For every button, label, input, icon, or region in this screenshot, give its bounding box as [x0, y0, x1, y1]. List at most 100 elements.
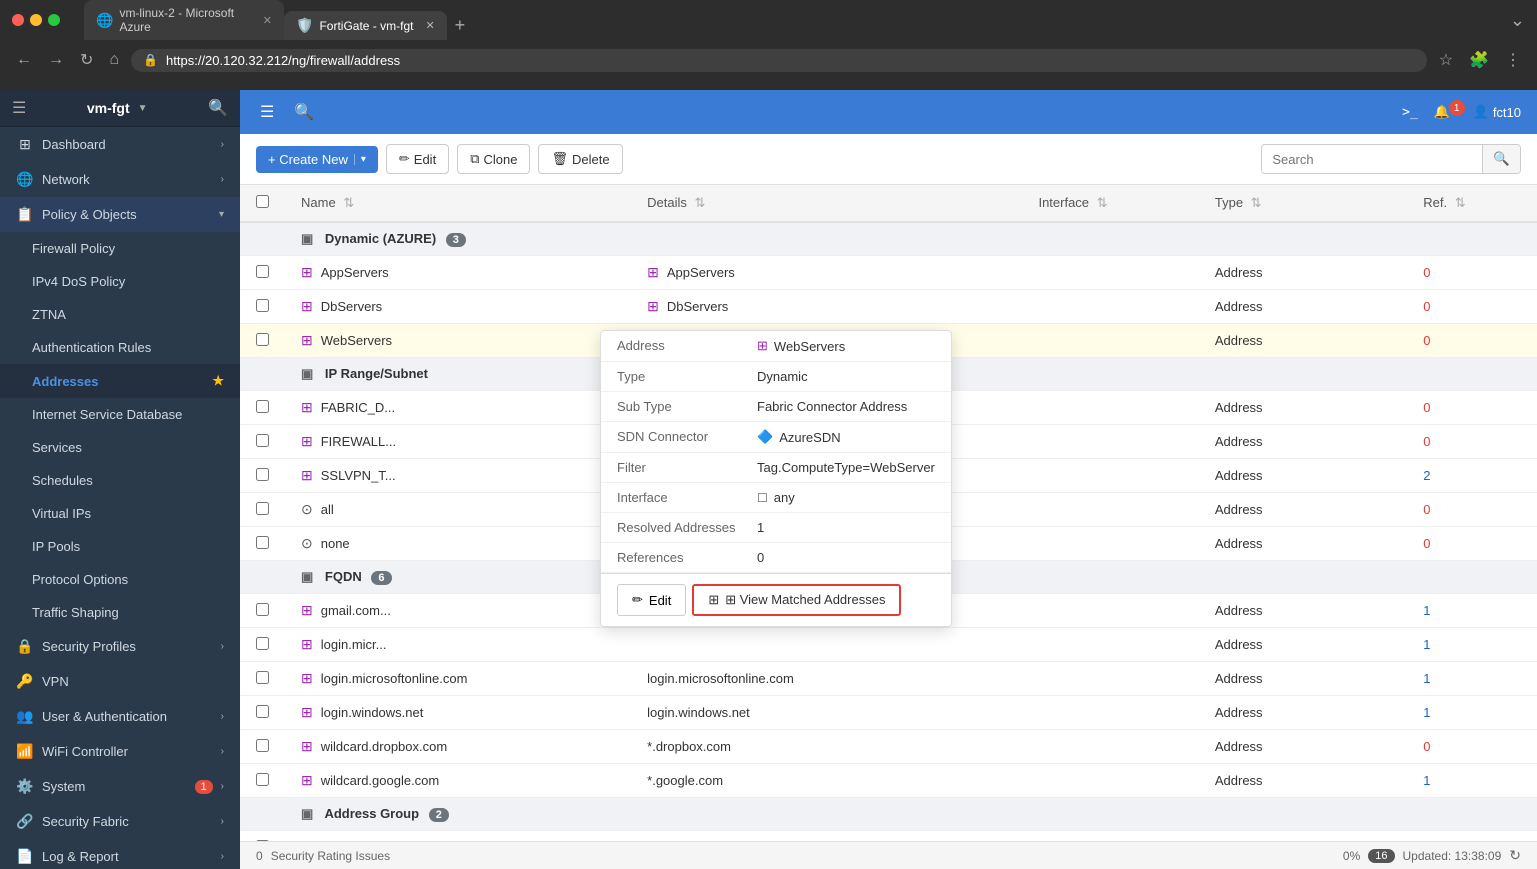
- th-interface[interactable]: Interface ⇅: [1022, 185, 1198, 222]
- group-expand-icon[interactable]: ▣: [301, 366, 313, 381]
- row-checkbox[interactable]: [256, 434, 269, 447]
- dropdown-arrow-icon[interactable]: ⌄: [1510, 10, 1525, 31]
- forward-button[interactable]: →: [44, 47, 68, 73]
- popup-view-matched-button[interactable]: ⊞ ⊞ View Matched Addresses: [692, 584, 901, 616]
- refresh-button[interactable]: ↻: [1509, 847, 1521, 864]
- row-ref-link[interactable]: 1: [1423, 637, 1430, 652]
- cli-button[interactable]: >_: [1398, 101, 1422, 124]
- table-row[interactable]: ⊞login.micr... Address 1: [240, 628, 1537, 662]
- table-row[interactable]: ⊞G Suite ⊞gmail.com Address Group 0: [240, 831, 1537, 842]
- close-dot[interactable]: [12, 14, 24, 26]
- create-new-button[interactable]: + Create New ▾: [256, 146, 378, 173]
- row-checkbox[interactable]: [256, 265, 269, 278]
- sidebar-item-ztna[interactable]: ZTNA: [0, 298, 240, 331]
- row-checkbox[interactable]: [256, 840, 269, 842]
- sidebar-item-ipv4-dos[interactable]: IPv4 DoS Policy: [0, 265, 240, 298]
- row-ref-link[interactable]: 1: [1423, 705, 1430, 720]
- menu-toggle-button[interactable]: ☰: [256, 98, 278, 126]
- user-menu[interactable]: 👤 fct10: [1473, 104, 1521, 120]
- global-search-button[interactable]: 🔍: [290, 98, 318, 126]
- sidebar-item-wifi-controller[interactable]: 📶 WiFi Controller ›: [0, 734, 240, 769]
- minimize-dot[interactable]: [30, 14, 42, 26]
- table-row[interactable]: ⊞login.windows.net login.windows.net Add…: [240, 696, 1537, 730]
- row-checkbox[interactable]: [256, 705, 269, 718]
- group-expand-icon[interactable]: ▣: [301, 231, 313, 246]
- select-all-checkbox[interactable]: [256, 195, 269, 208]
- clone-button[interactable]: ⧉ Clone: [457, 144, 530, 174]
- tab-azure-close[interactable]: ✕: [263, 14, 272, 27]
- table-row[interactable]: ⊞wildcard.dropbox.com *.dropbox.com Addr…: [240, 730, 1537, 764]
- row-ref-link[interactable]: 1: [1423, 671, 1430, 686]
- table-row[interactable]: ⊞AppServers ⊞AppServers Address 0: [240, 256, 1537, 290]
- sidebar-item-policy-objects[interactable]: 📋 Policy & Objects ▾: [0, 197, 240, 232]
- row-checkbox[interactable]: [256, 671, 269, 684]
- row-checkbox[interactable]: [256, 299, 269, 312]
- refresh-button[interactable]: ↻: [76, 46, 97, 74]
- popup-edit-button[interactable]: ✏ Edit: [617, 584, 686, 616]
- tab-azure[interactable]: 🌐 vm-linux-2 - Microsoft Azure ✕: [84, 0, 284, 40]
- home-button[interactable]: ⌂: [105, 47, 123, 73]
- row-checkbox[interactable]: [256, 637, 269, 650]
- sidebar-item-dashboard[interactable]: ⊞ Dashboard ›: [0, 127, 240, 162]
- sidebar-toggle-button[interactable]: ☰: [12, 98, 26, 118]
- sidebar-item-schedules[interactable]: Schedules: [0, 464, 240, 497]
- extensions-button[interactable]: 🧩: [1465, 46, 1493, 74]
- add-tab-button[interactable]: +: [447, 11, 474, 40]
- sidebar-item-isd[interactable]: Internet Service Database: [0, 398, 240, 431]
- search-input[interactable]: [1262, 146, 1482, 173]
- th-name[interactable]: Name ⇅: [285, 185, 631, 222]
- row-ref-link[interactable]: 0: [1423, 840, 1430, 841]
- row-checkbox[interactable]: [256, 773, 269, 786]
- group-expand-icon[interactable]: ▣: [301, 569, 313, 584]
- th-ref[interactable]: Ref. ⇅: [1407, 185, 1537, 222]
- sidebar-item-virtual-ips[interactable]: Virtual IPs: [0, 497, 240, 530]
- row-ref-link[interactable]: 0: [1423, 536, 1430, 551]
- row-checkbox[interactable]: [256, 502, 269, 515]
- sidebar-item-network[interactable]: 🌐 Network ›: [0, 162, 240, 197]
- back-button[interactable]: ←: [12, 47, 36, 73]
- table-row[interactable]: ⊞login.microsoftonline.com login.microso…: [240, 662, 1537, 696]
- row-ref-link[interactable]: 0: [1423, 502, 1430, 517]
- sidebar-item-protocol-options[interactable]: Protocol Options: [0, 563, 240, 596]
- sidebar-item-ip-pools[interactable]: IP Pools: [0, 530, 240, 563]
- table-row[interactable]: ⊞wildcard.google.com *.google.com Addres…: [240, 764, 1537, 798]
- row-checkbox[interactable]: [256, 603, 269, 616]
- sidebar-item-security-fabric[interactable]: 🔗 Security Fabric ›: [0, 804, 240, 839]
- row-ref-link[interactable]: 0: [1423, 739, 1430, 754]
- group-header-dynamic-azure[interactable]: ▣ Dynamic (AZURE) 3: [240, 222, 1537, 256]
- sidebar-item-addresses[interactable]: Addresses ★: [0, 364, 240, 398]
- row-checkbox[interactable]: [256, 536, 269, 549]
- row-checkbox[interactable]: [256, 400, 269, 413]
- th-details[interactable]: Details ⇅: [631, 185, 1022, 222]
- sidebar-item-vpn[interactable]: 🔑 VPN: [0, 664, 240, 699]
- row-checkbox[interactable]: [256, 468, 269, 481]
- group-expand-icon[interactable]: ▣: [301, 806, 313, 821]
- search-submit-button[interactable]: 🔍: [1482, 145, 1520, 173]
- bookmark-button[interactable]: ☆: [1435, 46, 1457, 74]
- url-input[interactable]: [166, 53, 1415, 68]
- edit-button[interactable]: ✏ Edit: [386, 144, 449, 174]
- sidebar-item-traffic-shaping[interactable]: Traffic Shaping: [0, 596, 240, 629]
- sidebar-item-auth-rules[interactable]: Authentication Rules: [0, 331, 240, 364]
- th-type[interactable]: Type ⇅: [1199, 185, 1407, 222]
- sidebar-item-system[interactable]: ⚙️ System 1 ›: [0, 769, 240, 804]
- row-ref-link[interactable]: 0: [1423, 333, 1430, 348]
- row-ref-link[interactable]: 0: [1423, 299, 1430, 314]
- maximize-dot[interactable]: [48, 14, 60, 26]
- delete-button[interactable]: 🗑 Delete: [538, 144, 622, 174]
- group-header-address-group[interactable]: ▣ Address Group 2: [240, 798, 1537, 831]
- bell-notification[interactable]: 🔔 1 ▾: [1434, 104, 1461, 120]
- row-checkbox[interactable]: [256, 333, 269, 346]
- tab-fortigate-close[interactable]: ✕: [425, 19, 434, 32]
- sidebar-search-button[interactable]: 🔍: [208, 98, 228, 118]
- sidebar-item-services[interactable]: Services: [0, 431, 240, 464]
- th-checkbox[interactable]: [240, 185, 285, 222]
- sidebar-item-log-report[interactable]: 📄 Log & Report ›: [0, 839, 240, 869]
- device-dropdown-icon[interactable]: ▼: [138, 103, 148, 114]
- row-checkbox[interactable]: [256, 739, 269, 752]
- sidebar-item-security-profiles[interactable]: 🔒 Security Profiles ›: [0, 629, 240, 664]
- table-row[interactable]: ⊞DbServers ⊞DbServers Address 0: [240, 290, 1537, 324]
- sidebar-item-user-auth[interactable]: 👥 User & Authentication ›: [0, 699, 240, 734]
- browser-menu-button[interactable]: ⋮: [1501, 46, 1525, 74]
- sidebar-item-firewall-policy[interactable]: Firewall Policy: [0, 232, 240, 265]
